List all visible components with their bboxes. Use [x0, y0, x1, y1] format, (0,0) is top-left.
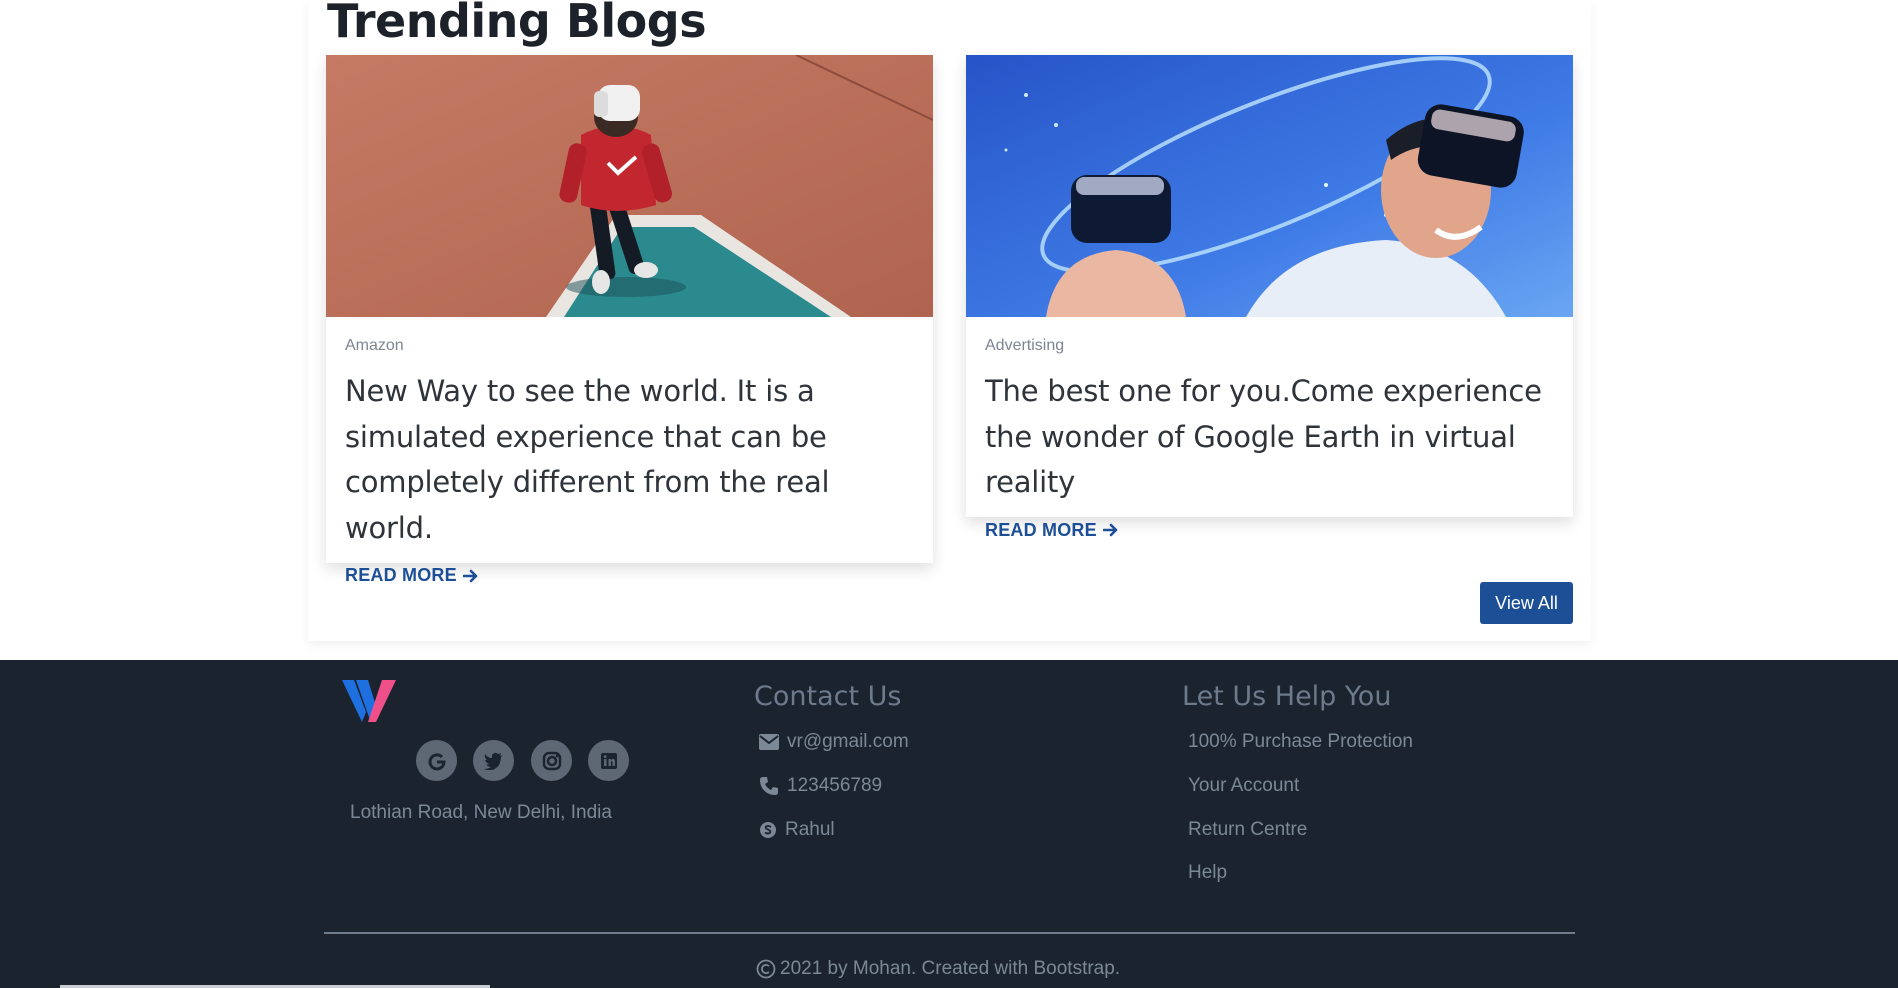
blog-category: Amazon [345, 337, 404, 354]
skype-icon [760, 822, 776, 838]
contact-skype-text: Rahul [785, 819, 835, 840]
phone-icon [760, 777, 778, 795]
arrow-right-icon [1102, 523, 1118, 537]
blog-card[interactable]: Advertising The best one for you.Come ex… [966, 55, 1573, 540]
read-more-link[interactable]: READ MORE [345, 565, 479, 586]
section-title: Trending Blogs [327, 0, 707, 48]
blog-category: Advertising [985, 337, 1065, 354]
help-link-your-account[interactable]: Your Account [1188, 775, 1299, 797]
read-more-link[interactable]: READ MORE [985, 520, 1119, 541]
help-link-purchase-protection[interactable]: 100% Purchase Protection [1188, 731, 1413, 753]
blog-image-vr-man-court[interactable] [326, 55, 933, 317]
contact-skype[interactable]: Rahul [759, 819, 835, 841]
contact-email-text: vr@gmail.com [787, 731, 909, 752]
footer [0, 660, 1898, 988]
copyright: 2021 by Mohan. Created with Bootstrap. [756, 958, 1120, 980]
blog-excerpt: New Way to see the world. It is a simula… [345, 374, 830, 545]
instagram-icon[interactable] [531, 740, 572, 781]
help-link-help[interactable]: Help [1188, 862, 1227, 884]
contact-phone-text: 123456789 [787, 775, 883, 796]
blog-card[interactable]: Amazon New Way to see the world. It is a… [326, 55, 933, 585]
copyright-icon [756, 959, 776, 979]
copyright-text: 2021 by Mohan. Created with Bootstrap. [780, 958, 1121, 979]
twitter-icon[interactable] [473, 740, 514, 781]
read-more-label: READ MORE [985, 519, 1097, 540]
envelope-icon [759, 734, 779, 750]
arrow-right-icon [462, 569, 478, 582]
contact-email[interactable]: vr@gmail.com [759, 731, 909, 753]
view-all-button[interactable]: View All [1480, 582, 1573, 624]
linkedin-icon[interactable] [588, 740, 629, 781]
contact-phone[interactable]: 123456789 [759, 775, 882, 797]
help-link-return-centre[interactable]: Return Centre [1188, 819, 1307, 841]
blog-image-vr-headsets[interactable] [966, 55, 1573, 317]
google-icon[interactable] [416, 740, 457, 781]
read-more-label: READ MORE [345, 565, 457, 585]
footer-address: Lothian Road, New Delhi, India [350, 802, 612, 823]
help-title: Let Us Help You [1182, 681, 1392, 712]
contact-us-title: Contact Us [754, 681, 902, 712]
brand-logo[interactable] [342, 676, 400, 722]
footer-divider [324, 932, 1575, 934]
blog-excerpt: The best one for you.Come experience the… [985, 374, 1542, 499]
